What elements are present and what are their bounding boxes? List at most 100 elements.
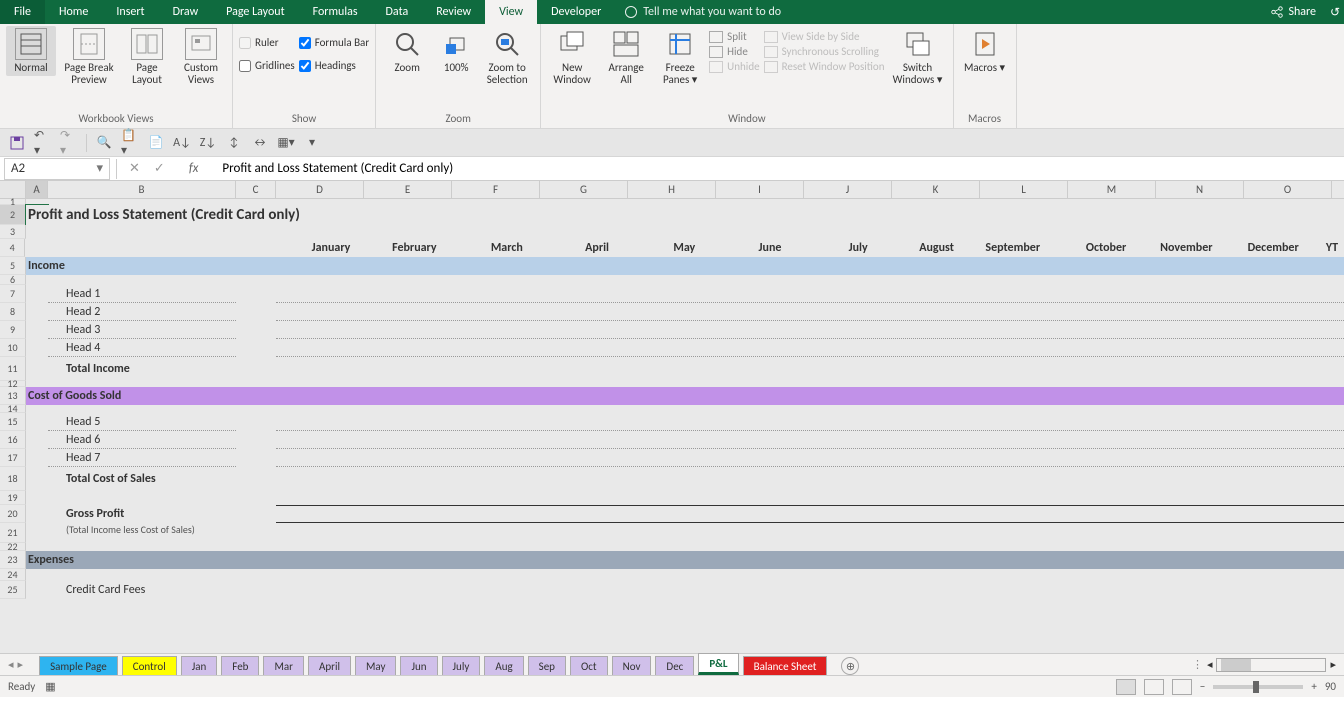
sheet-tab-mar[interactable]: Mar bbox=[263, 656, 304, 675]
col-M-header[interactable]: M bbox=[1068, 181, 1156, 198]
split-button[interactable]: Split bbox=[709, 30, 759, 43]
hide-button[interactable]: Hide bbox=[709, 45, 759, 58]
col-H-header[interactable]: H bbox=[628, 181, 716, 198]
sort-desc-icon[interactable]: Z↓ bbox=[199, 134, 217, 152]
col-D-header[interactable]: D bbox=[276, 181, 364, 198]
zoom-button[interactable]: Zoom bbox=[382, 26, 432, 76]
share-button[interactable]: Share bbox=[1260, 5, 1326, 19]
row-23-header[interactable]: 23 bbox=[0, 551, 26, 569]
menu-draw[interactable]: Draw bbox=[159, 0, 213, 24]
sheet-tab-pl[interactable]: P&L bbox=[698, 653, 738, 675]
income-section[interactable]: Income bbox=[26, 257, 1344, 275]
col-G-header[interactable]: G bbox=[540, 181, 628, 198]
zoom-selection-button[interactable]: Zoom to Selection bbox=[480, 26, 534, 88]
row-16-header[interactable]: 16 bbox=[0, 431, 26, 449]
freeze-panes-button[interactable]: Freeze Panes ▾ bbox=[655, 26, 705, 88]
row-24-header[interactable]: 24 bbox=[0, 569, 26, 581]
print-preview-icon[interactable]: 🔍 bbox=[95, 134, 113, 152]
row-19-header[interactable]: 19 bbox=[0, 491, 26, 505]
ruler-checkbox[interactable]: Ruler bbox=[239, 36, 295, 49]
horizontal-scrollbar[interactable] bbox=[1216, 658, 1326, 672]
sort-asc-icon[interactable]: A↓ bbox=[173, 134, 191, 152]
col-L-header[interactable]: L bbox=[980, 181, 1068, 198]
zoom-out-button[interactable]: − bbox=[1200, 680, 1205, 693]
formula-input[interactable] bbox=[216, 161, 1344, 176]
tab-last-icon[interactable]: ▸ bbox=[18, 658, 24, 671]
sheet-tab-feb[interactable]: Feb bbox=[221, 656, 259, 675]
col-I-header[interactable]: I bbox=[716, 181, 804, 198]
unhide-button[interactable]: Unhide bbox=[709, 60, 759, 73]
tell-me[interactable]: Tell me what you want to do bbox=[615, 5, 791, 19]
col-C-header[interactable]: C bbox=[236, 181, 276, 198]
row-7-header[interactable]: 7 bbox=[0, 285, 26, 303]
page-break-view-icon[interactable] bbox=[1172, 679, 1192, 695]
cancel-formula-icon[interactable]: ✕ bbox=[129, 161, 140, 176]
arrange-all-button[interactable]: Arrange All bbox=[601, 26, 651, 88]
page-break-preview-button[interactable]: Page Break Preview bbox=[60, 26, 118, 88]
save-button[interactable] bbox=[8, 134, 26, 152]
zoom-level[interactable]: 90 bbox=[1325, 680, 1336, 693]
new-window-button[interactable]: New Window bbox=[547, 26, 597, 88]
menu-formulas[interactable]: Formulas bbox=[299, 0, 372, 24]
sheet-tab-apr[interactable]: April bbox=[308, 656, 351, 675]
col-A-header[interactable]: A bbox=[26, 181, 48, 198]
sheet-tab-oct[interactable]: Oct bbox=[570, 656, 608, 675]
row-15-header[interactable]: 15 bbox=[0, 413, 26, 431]
paste-icon[interactable]: 📋▾ bbox=[121, 134, 139, 152]
col-F-header[interactable]: F bbox=[452, 181, 540, 198]
tab-first-icon[interactable]: ◂ bbox=[8, 658, 14, 671]
row-8-header[interactable]: 8 bbox=[0, 303, 26, 321]
accept-formula-icon[interactable]: ✓ bbox=[154, 161, 165, 176]
cogs-section[interactable]: Cost of Goods Sold bbox=[26, 387, 1344, 405]
row-2-header[interactable]: 2 bbox=[0, 205, 26, 225]
menu-home[interactable]: Home bbox=[45, 0, 102, 24]
sheet-tab-sample[interactable]: Sample Page bbox=[39, 656, 118, 675]
zoom-in-button[interactable]: + bbox=[1311, 680, 1316, 693]
sheet-tab-control[interactable]: Control bbox=[122, 656, 177, 675]
sheet-tab-sep[interactable]: Sep bbox=[528, 656, 566, 675]
sheet-tab-nov[interactable]: Nov bbox=[612, 656, 652, 675]
borders-icon[interactable]: ▦▾ bbox=[277, 134, 295, 152]
macros-button[interactable]: Macros ▾ bbox=[960, 26, 1010, 76]
sheet-tab-aug[interactable]: Aug bbox=[484, 656, 523, 675]
row-17-header[interactable]: 17 bbox=[0, 449, 26, 467]
col-N-header[interactable]: N bbox=[1156, 181, 1244, 198]
fx-icon[interactable]: fx bbox=[171, 161, 217, 176]
zoom-slider[interactable] bbox=[1213, 685, 1303, 689]
spreadsheet-grid[interactable]: A B C D E F G H I J K L M N O 1 2 Profit… bbox=[0, 181, 1344, 653]
page-layout-button[interactable]: Page Layout bbox=[122, 26, 172, 88]
row-25-header[interactable]: 25 bbox=[0, 581, 26, 599]
hscroll-right-icon[interactable]: ▸ bbox=[1330, 658, 1336, 671]
redo-button[interactable]: ↷ ▾ bbox=[60, 134, 78, 152]
gridlines-checkbox[interactable]: Gridlines bbox=[239, 59, 295, 72]
col-E-header[interactable]: E bbox=[364, 181, 452, 198]
normal-view-button[interactable]: Normal bbox=[6, 26, 56, 76]
macro-record-icon[interactable]: ▦ bbox=[45, 680, 55, 693]
history-icon[interactable]: ↺ bbox=[1326, 5, 1344, 20]
switch-windows-button[interactable]: Switch Windows ▾ bbox=[889, 26, 947, 88]
row-6-header[interactable]: 6 bbox=[0, 275, 26, 285]
row-height-icon[interactable]: ↕ bbox=[225, 134, 243, 152]
menu-view[interactable]: View bbox=[485, 0, 537, 24]
menu-data[interactable]: Data bbox=[372, 0, 423, 24]
row-18-header[interactable]: 18 bbox=[0, 467, 26, 491]
row-4-header[interactable]: 4 bbox=[0, 239, 25, 257]
formula-bar-checkbox[interactable]: Formula Bar bbox=[299, 36, 369, 49]
sheet-tab-jun[interactable]: Jun bbox=[400, 656, 437, 675]
row-20-header[interactable]: 20 bbox=[0, 505, 26, 523]
row-9-header[interactable]: 9 bbox=[0, 321, 26, 339]
page-layout-view-icon[interactable] bbox=[1144, 679, 1164, 695]
col-width-icon[interactable]: ↔ bbox=[251, 134, 269, 152]
col-J-header[interactable]: J bbox=[804, 181, 892, 198]
chevron-down-icon[interactable]: ▾ bbox=[96, 161, 103, 176]
expenses-section[interactable]: Expenses bbox=[26, 551, 1344, 569]
hscroll-left-icon[interactable]: ◂ bbox=[1207, 658, 1213, 671]
headings-checkbox[interactable]: Headings bbox=[299, 59, 369, 72]
copy-icon[interactable]: 📄 bbox=[147, 134, 165, 152]
col-K-header[interactable]: K bbox=[892, 181, 980, 198]
sheet-tab-dec[interactable]: Dec bbox=[655, 656, 694, 675]
normal-view-icon[interactable] bbox=[1116, 679, 1136, 695]
sheet-tab-balance-sheet[interactable]: Balance Sheet bbox=[743, 656, 828, 675]
menu-review[interactable]: Review bbox=[422, 0, 485, 24]
col-B-header[interactable]: B bbox=[48, 181, 236, 198]
